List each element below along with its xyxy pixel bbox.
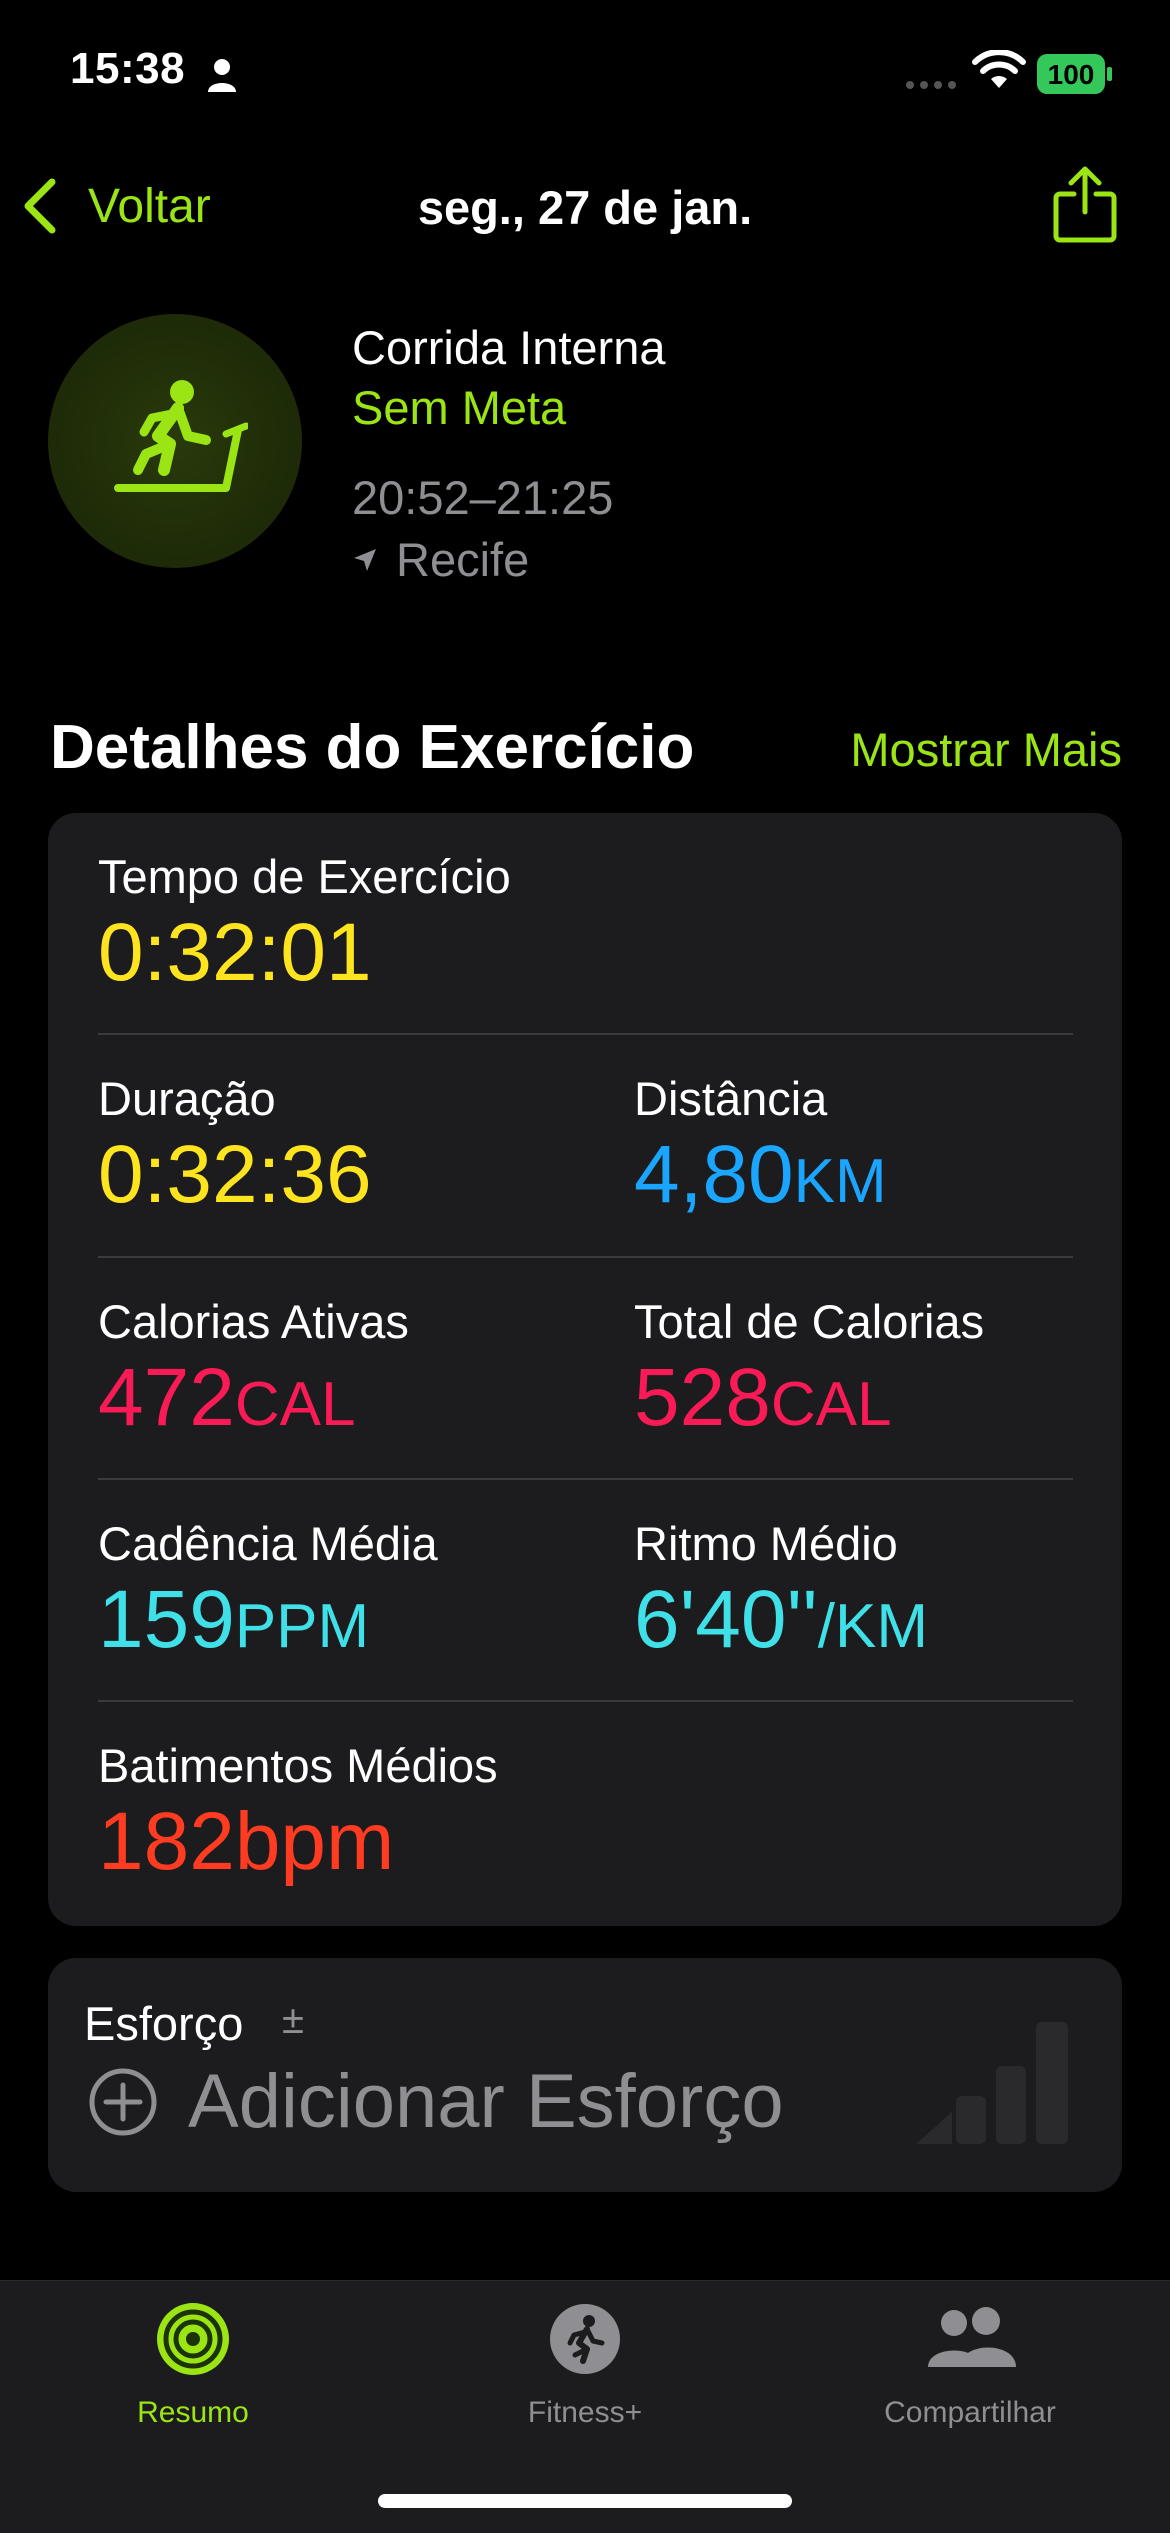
tab-label: Compartilhar xyxy=(884,2396,1056,2429)
metric-active-calories: Calorias Ativas 472CAL xyxy=(98,1294,409,1445)
metric-exercise-time: Tempo de Exercício 0:32:01 xyxy=(98,849,511,1000)
metric-value-group: 472CAL xyxy=(98,1351,409,1445)
metric-label: Ritmo Médio xyxy=(634,1517,898,1570)
workout-goal: Sem Meta xyxy=(352,381,567,434)
workout-location: Recife xyxy=(352,532,529,587)
battery-level: 100 xyxy=(1047,59,1095,90)
workout-time-range: 20:52–21:25 xyxy=(352,471,614,524)
exercise-details-card[interactable]: Tempo de Exercício 0:32:01 Duração 0:32:… xyxy=(48,813,1122,1926)
metric-label: Batimentos Médios xyxy=(98,1739,498,1792)
divider xyxy=(98,1256,1073,1258)
metric-unit: /KM xyxy=(817,1592,929,1661)
effort-label: Esforço xyxy=(84,1997,244,2050)
metric-value: 0:32:36 xyxy=(98,1129,372,1220)
metric-value: 4,80 xyxy=(634,1129,794,1220)
tab-fitness-plus[interactable]: Fitness+ xyxy=(485,2301,685,2430)
metric-value: 159 xyxy=(98,1574,235,1665)
page-title: seg., 27 de jan. xyxy=(417,181,753,234)
metric-value-group: 528CAL xyxy=(634,1351,984,1445)
battery-indicator: 100 xyxy=(1037,54,1113,94)
workout-type-badge xyxy=(48,314,302,568)
metric-distance: Distância 4,80KM xyxy=(634,1071,887,1222)
metric-label: Cadência Média xyxy=(98,1517,438,1570)
metric-label: Duração xyxy=(98,1072,276,1125)
location-arrow-icon xyxy=(354,548,376,571)
plus-circle-icon xyxy=(89,2068,157,2135)
treadmill-runner-icon xyxy=(114,380,248,492)
divider xyxy=(98,1033,1073,1035)
metric-avg-pace: Ritmo Médio 6'40''/KM xyxy=(634,1516,928,1667)
metric-value-group: 159PPM xyxy=(98,1573,438,1667)
add-effort-label: Adicionar Esforço xyxy=(188,2059,784,2144)
metric-label: Distância xyxy=(634,1072,828,1125)
section-title: Detalhes do Exercício xyxy=(50,713,695,782)
workout-type: Corrida Interna xyxy=(352,321,666,374)
home-indicator[interactable] xyxy=(378,2494,792,2508)
metric-total-calories: Total de Calorias 528CAL xyxy=(634,1294,984,1445)
add-effort-button[interactable]: Adicionar Esforço xyxy=(88,2058,784,2145)
sharing-icon xyxy=(928,2307,1016,2367)
show-more-button[interactable]: Mostrar Mais xyxy=(850,722,1122,777)
person-icon xyxy=(208,59,236,92)
tab-resumo[interactable]: Resumo xyxy=(93,2301,293,2430)
metric-unit: KM xyxy=(793,1147,887,1216)
divider xyxy=(98,1700,1073,1702)
signal-dots-icon xyxy=(906,81,956,89)
metric-duration: Duração 0:32:36 xyxy=(98,1071,372,1222)
metric-value: 472 xyxy=(98,1352,235,1443)
fitness-plus-icon xyxy=(550,2304,620,2374)
metric-avg-cadence: Cadência Média 159PPM xyxy=(98,1516,438,1667)
status-time: 15:38 xyxy=(70,44,186,93)
metric-value: 6'40'' xyxy=(634,1574,818,1665)
effort-info-symbol: ± xyxy=(282,1998,304,2042)
metric-avg-heart-rate: Batimentos Médios 182bpm xyxy=(98,1738,498,1889)
metric-value: 182bpm xyxy=(98,1796,395,1887)
metric-value: 0:32:01 xyxy=(98,907,372,998)
divider xyxy=(98,1478,1073,1480)
metric-unit: CAL xyxy=(234,1370,356,1439)
share-icon[interactable] xyxy=(1050,164,1120,244)
metric-unit: CAL xyxy=(770,1370,892,1439)
metric-unit: PPM xyxy=(234,1592,370,1661)
metric-value-group: 6'40''/KM xyxy=(634,1573,928,1667)
metric-label: Calorias Ativas xyxy=(98,1295,409,1348)
tab-compartilhar[interactable]: Compartilhar xyxy=(860,2301,1080,2430)
tab-label: Resumo xyxy=(137,2396,249,2429)
effort-level-bars-icon xyxy=(916,2022,1068,2144)
effort-card[interactable]: Esforço ± Adicionar Esforço xyxy=(48,1958,1122,2192)
metric-label: Total de Calorias xyxy=(634,1295,985,1348)
metric-value: 528 xyxy=(634,1352,771,1443)
location-label: Recife xyxy=(396,533,530,586)
wifi-icon xyxy=(972,50,1026,88)
tab-label: Fitness+ xyxy=(527,2396,643,2429)
metric-value-group: 4,80KM xyxy=(634,1128,887,1222)
activity-rings-icon xyxy=(157,2303,229,2375)
metric-label: Tempo de Exercício xyxy=(98,850,511,903)
